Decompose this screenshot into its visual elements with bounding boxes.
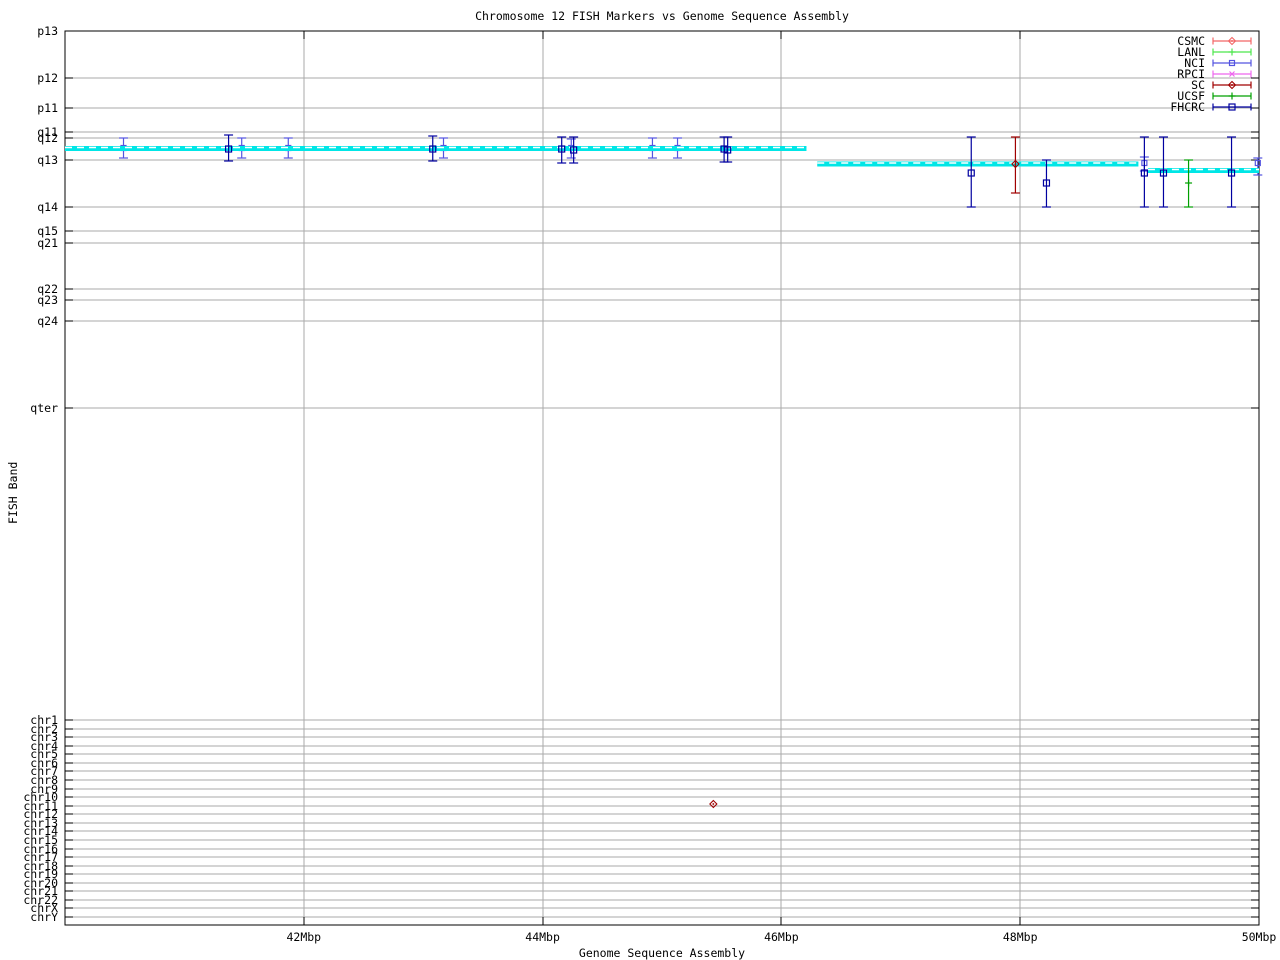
svg-text:p12: p12 <box>37 71 58 85</box>
svg-text:44Mbp: 44Mbp <box>525 930 560 944</box>
legend-entry-FHCRC: FHCRC <box>1170 100 1251 114</box>
svg-text:FHCRC: FHCRC <box>1170 100 1205 114</box>
svg-text:q12: q12 <box>37 131 58 145</box>
svg-text:50Mbp: 50Mbp <box>1242 930 1277 944</box>
svg-text:48Mbp: 48Mbp <box>1003 930 1038 944</box>
svg-text:p11: p11 <box>37 101 58 115</box>
svg-text:q21: q21 <box>37 236 58 250</box>
legend: CSMCLANLNCIRPCISCUCSFFHCRC <box>1170 34 1251 114</box>
svg-text:q13: q13 <box>37 153 58 167</box>
series-FHCRC <box>224 135 1236 207</box>
svg-text:q23: q23 <box>37 293 58 307</box>
series-UCSF <box>1184 160 1193 207</box>
legend-entry-RPCI: RPCI <box>1177 67 1251 81</box>
svg-text:qter: qter <box>30 401 58 415</box>
series-NCI <box>119 138 1262 175</box>
fish-marker-chart: Chromosome 12 FISH Markers vs Genome Seq… <box>0 0 1280 960</box>
svg-text:q24: q24 <box>37 314 58 328</box>
svg-text:42Mbp: 42Mbp <box>286 930 321 944</box>
series-SC <box>710 137 1020 808</box>
svg-text:46Mbp: 46Mbp <box>764 930 799 944</box>
svg-text:chrY: chrY <box>30 910 58 924</box>
x-tick-labels: 42Mbp 44Mbp 46Mbp 48Mbp 50Mbp <box>286 930 1276 944</box>
y-tick-labels: p13p12p11q11q12q13q14q15q21q22q23q24qter… <box>23 24 58 924</box>
svg-text:p13: p13 <box>37 24 58 38</box>
svg-text:q14: q14 <box>37 200 58 214</box>
plot-canvas: p13p12p11q11q12q13q14q15q21q22q23q24qter… <box>0 0 1280 960</box>
